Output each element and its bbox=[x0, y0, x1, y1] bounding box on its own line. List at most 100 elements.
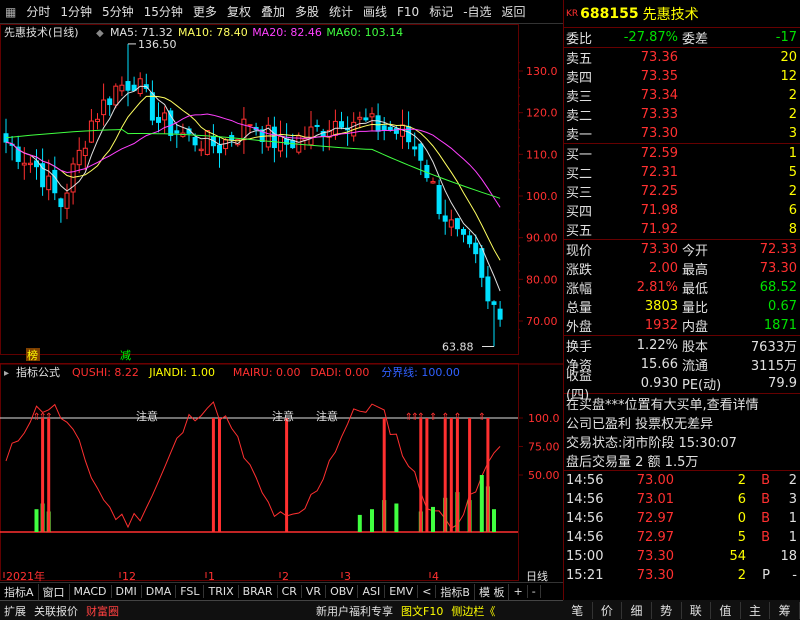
indicator-tab-15[interactable]: 模 板 bbox=[475, 583, 510, 600]
chart-area[interactable]: 130.0 120.0 110.0 100.0 90.00 80.00 70.00 先惠技术(… bbox=[0, 24, 563, 583]
candle-body bbox=[156, 116, 161, 123]
indicator-tab-17[interactable]: - bbox=[528, 585, 541, 598]
bid-price[interactable]: 71.92 bbox=[604, 222, 678, 237]
stat-label: 今开 bbox=[682, 244, 709, 259]
side-tab-3[interactable]: 势 bbox=[652, 601, 682, 619]
candle-body bbox=[204, 130, 210, 155]
ask-price[interactable]: 73.36 bbox=[604, 50, 678, 65]
stock-name[interactable]: 先惠技术 bbox=[643, 4, 699, 24]
indicator-tab-13[interactable]: < bbox=[418, 585, 437, 598]
toolbar-item-9[interactable]: 画线 bbox=[358, 3, 392, 20]
stats1-row-3: 总量 3803 量比 0.67 bbox=[564, 297, 800, 316]
indicator-tab-8[interactable]: CR bbox=[278, 585, 302, 598]
indicator-tab-3[interactable]: DMI bbox=[112, 585, 142, 598]
toolbar-item-5[interactable]: 复权 bbox=[222, 3, 256, 20]
stat-value: 3803 bbox=[644, 299, 678, 314]
candle-body bbox=[357, 116, 363, 120]
toolbar-item-7[interactable]: 多股 bbox=[290, 3, 324, 20]
toolbar-item-13[interactable]: 返回 bbox=[497, 3, 531, 20]
bid-price[interactable]: 72.31 bbox=[604, 165, 678, 180]
ask-price[interactable]: 73.30 bbox=[604, 126, 678, 141]
stat-label: PE(动) bbox=[682, 378, 722, 393]
toolbar-item-1[interactable]: 1分钟 bbox=[55, 3, 97, 20]
stat-label: 涨跌 bbox=[566, 263, 593, 278]
y-label: 70.00 bbox=[526, 315, 558, 328]
x-label: 2 bbox=[282, 570, 289, 582]
ask-price[interactable]: 73.34 bbox=[604, 88, 678, 103]
toolbar-item-0[interactable]: 分时 bbox=[21, 3, 55, 20]
ask-row-4: 卖一 73.30 3 bbox=[564, 124, 800, 143]
kr-badge: KR bbox=[566, 8, 579, 19]
indicator-collapse-icon[interactable]: ▸ bbox=[4, 368, 9, 379]
y-label: 100.0 bbox=[526, 190, 558, 203]
indicator-tab-7[interactable]: BRAR bbox=[239, 585, 278, 598]
stock-code[interactable]: 688155 bbox=[580, 6, 638, 22]
toolbar-item-6[interactable]: 叠加 bbox=[256, 3, 290, 20]
indicator-tab-0[interactable]: 指标A bbox=[0, 583, 39, 600]
side-tab-7[interactable]: 筹 bbox=[770, 601, 800, 619]
side-tab-4[interactable]: 联 bbox=[682, 601, 712, 619]
candle-body bbox=[174, 130, 180, 134]
status-mid-0[interactable]: 新用户福利专享 bbox=[312, 603, 397, 619]
toolbar-item-2[interactable]: 5分钟 bbox=[97, 3, 139, 20]
period-label[interactable]: 日线 bbox=[526, 569, 548, 583]
toolbar-item-11[interactable]: 标记 bbox=[424, 3, 458, 20]
signal-arrow-icon: ⇑ bbox=[478, 412, 486, 423]
side-tab-1[interactable]: 价 bbox=[593, 601, 623, 619]
bid-price[interactable]: 72.25 bbox=[604, 184, 678, 199]
status-mid-1[interactable]: 图文F10 bbox=[397, 603, 447, 619]
jian-tag[interactable]: 减 bbox=[120, 349, 131, 362]
grid-icon[interactable]: ▦ bbox=[0, 5, 21, 19]
indicator-tab-10[interactable]: OBV bbox=[326, 585, 359, 598]
indicator-tab-5[interactable]: FSL bbox=[176, 585, 205, 598]
stat-value: 72.33 bbox=[759, 242, 797, 257]
ask-row-3: 卖二 73.33 2 bbox=[564, 105, 800, 124]
bid-volume: 2 bbox=[788, 184, 797, 199]
bid-volume: 8 bbox=[788, 222, 797, 237]
status-left-0[interactable]: 扩展 bbox=[0, 603, 30, 619]
ma-label-3: MA60: 103.14 bbox=[326, 26, 403, 39]
indicator-label-4: 分界线: 100.00 bbox=[381, 365, 460, 379]
indicator-tab-11[interactable]: ASI bbox=[358, 585, 386, 598]
status-left-2[interactable]: 财富圈 bbox=[82, 603, 123, 619]
indicator-tab-9[interactable]: VR bbox=[302, 585, 327, 598]
side-tab-6[interactable]: 主 bbox=[741, 601, 771, 619]
candle-body bbox=[113, 85, 119, 106]
ask-price[interactable]: 73.33 bbox=[604, 107, 678, 122]
indicator-tab-4[interactable]: DMA bbox=[142, 585, 177, 598]
side-tab-0[interactable]: 笔 bbox=[563, 601, 593, 619]
indicator-tab-2[interactable]: MACD bbox=[70, 585, 112, 598]
indicator-title[interactable]: 指标公式 bbox=[16, 365, 60, 379]
candle-body bbox=[467, 235, 473, 245]
toolbar-item-8[interactable]: 统计 bbox=[324, 3, 358, 20]
side-tab-5[interactable]: 值 bbox=[711, 601, 741, 619]
indicator-tab-14[interactable]: 指标B bbox=[436, 583, 475, 600]
tick-price: 73.30 bbox=[636, 549, 674, 564]
bid-price[interactable]: 71.98 bbox=[604, 203, 678, 218]
indicator-tab-12[interactable]: EMV bbox=[385, 585, 419, 598]
ask-volume: 3 bbox=[788, 126, 797, 141]
indicator-tab-16[interactable]: + bbox=[509, 585, 528, 598]
info-line-0[interactable]: 在买盘***位置有大买单,查看详情 bbox=[564, 394, 800, 413]
indicator-tab-1[interactable]: 窗口 bbox=[39, 583, 70, 600]
status-left-1[interactable]: 关联报价 bbox=[30, 603, 82, 619]
kline-chart[interactable]: 130.0 120.0 110.0 100.0 90.00 80.00 70.00 先惠技术(… bbox=[0, 24, 563, 583]
candle-body bbox=[473, 242, 479, 255]
toolbar-item-4[interactable]: 更多 bbox=[188, 3, 222, 20]
bid-price[interactable]: 72.59 bbox=[604, 146, 678, 161]
ask-price[interactable]: 73.35 bbox=[604, 69, 678, 84]
bang-tag[interactable]: 榜 bbox=[27, 348, 38, 362]
status-mid-2[interactable]: 侧边栏《 bbox=[447, 603, 499, 619]
toolbar-item-12[interactable]: -自选 bbox=[458, 3, 496, 20]
ask-volume: 12 bbox=[780, 69, 797, 84]
side-tab-2[interactable]: 细 bbox=[622, 601, 652, 619]
toolbar-item-10[interactable]: F10 bbox=[392, 5, 424, 19]
bid-row-1: 买二 72.31 5 bbox=[564, 163, 800, 182]
candle-body bbox=[271, 126, 277, 149]
stat-label: 最高 bbox=[682, 263, 709, 278]
indicator-tab-6[interactable]: TRIX bbox=[204, 585, 239, 598]
collapse-icon[interactable]: ◆ bbox=[96, 28, 104, 39]
tick-time: 14:56 bbox=[566, 492, 604, 507]
toolbar-item-3[interactable]: 15分钟 bbox=[139, 3, 188, 20]
signal-arrow-icon: ⇑ bbox=[417, 412, 425, 423]
